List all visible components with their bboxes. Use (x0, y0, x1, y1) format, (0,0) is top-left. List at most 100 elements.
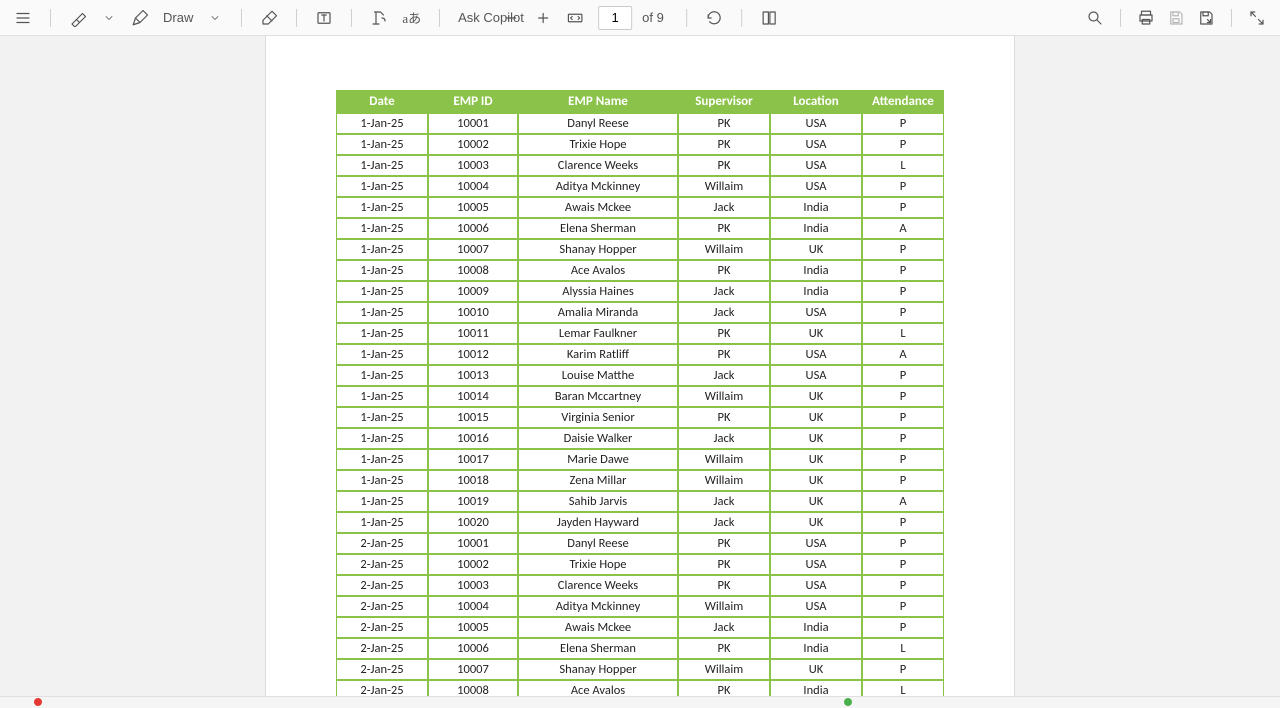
chevron-down-icon[interactable] (203, 5, 227, 31)
table-cell: 10009 (428, 281, 518, 302)
table-cell: Jack (678, 281, 770, 302)
table-cell: PK (678, 554, 770, 575)
table-cell: 2-Jan-25 (336, 575, 428, 596)
table-row: 1-Jan-2510007Shanay HopperWillaimUKP (336, 239, 944, 260)
translate-icon[interactable]: aあ (398, 5, 425, 31)
table-cell: A (862, 344, 944, 365)
table-cell: India (770, 218, 862, 239)
table-cell: P (862, 281, 944, 302)
search-icon[interactable] (1082, 5, 1108, 31)
table-row: 1-Jan-2510001Danyl ReesePKUSAP (336, 113, 944, 134)
table-cell: USA (770, 596, 862, 617)
table-row: 1-Jan-2510005Awais MckeeJackIndiaP (336, 197, 944, 218)
table-cell: USA (770, 344, 862, 365)
table-cell: P (862, 617, 944, 638)
table-cell: 10016 (428, 428, 518, 449)
zoom-in-icon[interactable] (530, 5, 556, 31)
table-cell: P (862, 365, 944, 386)
table-cell: Willaim (678, 239, 770, 260)
table-cell: UK (770, 386, 862, 407)
table-cell: 2-Jan-25 (336, 533, 428, 554)
table-cell: Shanay Hopper (518, 239, 678, 260)
separator (1120, 9, 1121, 27)
table-cell: Daisie Walker (518, 428, 678, 449)
table-cell: 10013 (428, 365, 518, 386)
read-aloud-icon[interactable] (366, 5, 392, 31)
table-cell: 10003 (428, 155, 518, 176)
table-cell: India (770, 197, 862, 218)
rotate-icon[interactable] (701, 5, 727, 31)
table-row: 1-Jan-2510018Zena MillarWillaimUKP (336, 470, 944, 491)
table-cell: USA (770, 575, 862, 596)
page-number-input[interactable] (598, 6, 632, 30)
table-cell: Awais Mckee (518, 197, 678, 218)
table-cell: P (862, 659, 944, 680)
table-cell: India (770, 680, 862, 696)
save-as-icon[interactable] (1193, 5, 1219, 31)
zoom-out-icon[interactable] (498, 5, 524, 31)
table-cell: Jack (678, 491, 770, 512)
table-cell: 1-Jan-25 (336, 176, 428, 197)
table-header-row: Date EMP ID EMP Name Supervisor Location… (336, 90, 944, 113)
save-icon[interactable] (1163, 5, 1189, 31)
table-cell: 10002 (428, 134, 518, 155)
table-cell: PK (678, 575, 770, 596)
page-view-icon[interactable] (756, 5, 782, 31)
print-icon[interactable] (1133, 5, 1159, 31)
status-dot-red (34, 698, 42, 706)
table-cell: USA (770, 113, 862, 134)
table-cell: L (862, 638, 944, 659)
table-row: 1-Jan-2510002Trixie HopePKUSAP (336, 134, 944, 155)
document-area[interactable]: Date EMP ID EMP Name Supervisor Location… (0, 36, 1280, 696)
table-cell: P (862, 428, 944, 449)
fit-width-icon[interactable] (562, 5, 588, 31)
table-cell: 10008 (428, 680, 518, 696)
draw-label[interactable]: Draw (163, 10, 193, 25)
table-cell: P (862, 512, 944, 533)
table-cell: 10007 (428, 659, 518, 680)
table-cell: 10004 (428, 176, 518, 197)
toolbar: Draw aあ Ask Copilot of 9 (0, 0, 1280, 36)
table-row: 2-Jan-2510002Trixie HopePKUSAP (336, 554, 944, 575)
separator (439, 9, 440, 27)
table-cell: USA (770, 554, 862, 575)
table-cell: USA (770, 533, 862, 554)
table-cell: 10008 (428, 260, 518, 281)
table-cell: 2-Jan-25 (336, 680, 428, 696)
table-cell: P (862, 197, 944, 218)
chevron-down-icon[interactable] (97, 5, 121, 31)
table-cell: P (862, 554, 944, 575)
table-cell: Jack (678, 365, 770, 386)
table-cell: PK (678, 344, 770, 365)
table-cell: P (862, 470, 944, 491)
highlighter-icon[interactable] (65, 5, 91, 31)
table-cell: UK (770, 470, 862, 491)
pen-icon[interactable] (127, 5, 153, 31)
table-cell: Ace Avalos (518, 260, 678, 281)
table-cell: Ace Avalos (518, 680, 678, 696)
table-cell: 2-Jan-25 (336, 638, 428, 659)
table-cell: Trixie Hope (518, 554, 678, 575)
contents-icon[interactable] (10, 5, 36, 31)
table-cell: PK (678, 218, 770, 239)
table-cell: P (862, 176, 944, 197)
table-cell: 10006 (428, 218, 518, 239)
table-cell: 1-Jan-25 (336, 428, 428, 449)
table-cell: 10004 (428, 596, 518, 617)
table-row: 2-Jan-2510006Elena ShermanPKIndiaL (336, 638, 944, 659)
table-cell: PK (678, 260, 770, 281)
separator (686, 9, 687, 27)
table-cell: Shanay Hopper (518, 659, 678, 680)
fullscreen-icon[interactable] (1244, 5, 1270, 31)
table-cell: 10001 (428, 113, 518, 134)
attendance-table: Date EMP ID EMP Name Supervisor Location… (336, 90, 944, 696)
table-cell: 1-Jan-25 (336, 512, 428, 533)
table-cell: Jack (678, 428, 770, 449)
text-box-icon[interactable] (311, 5, 337, 31)
table-row: 2-Jan-2510004Aditya MckinneyWillaimUSAP (336, 596, 944, 617)
separator (296, 9, 297, 27)
table-cell: India (770, 617, 862, 638)
table-cell: P (862, 386, 944, 407)
header-attendance: Attendance (862, 90, 944, 113)
eraser-icon[interactable] (256, 5, 282, 31)
